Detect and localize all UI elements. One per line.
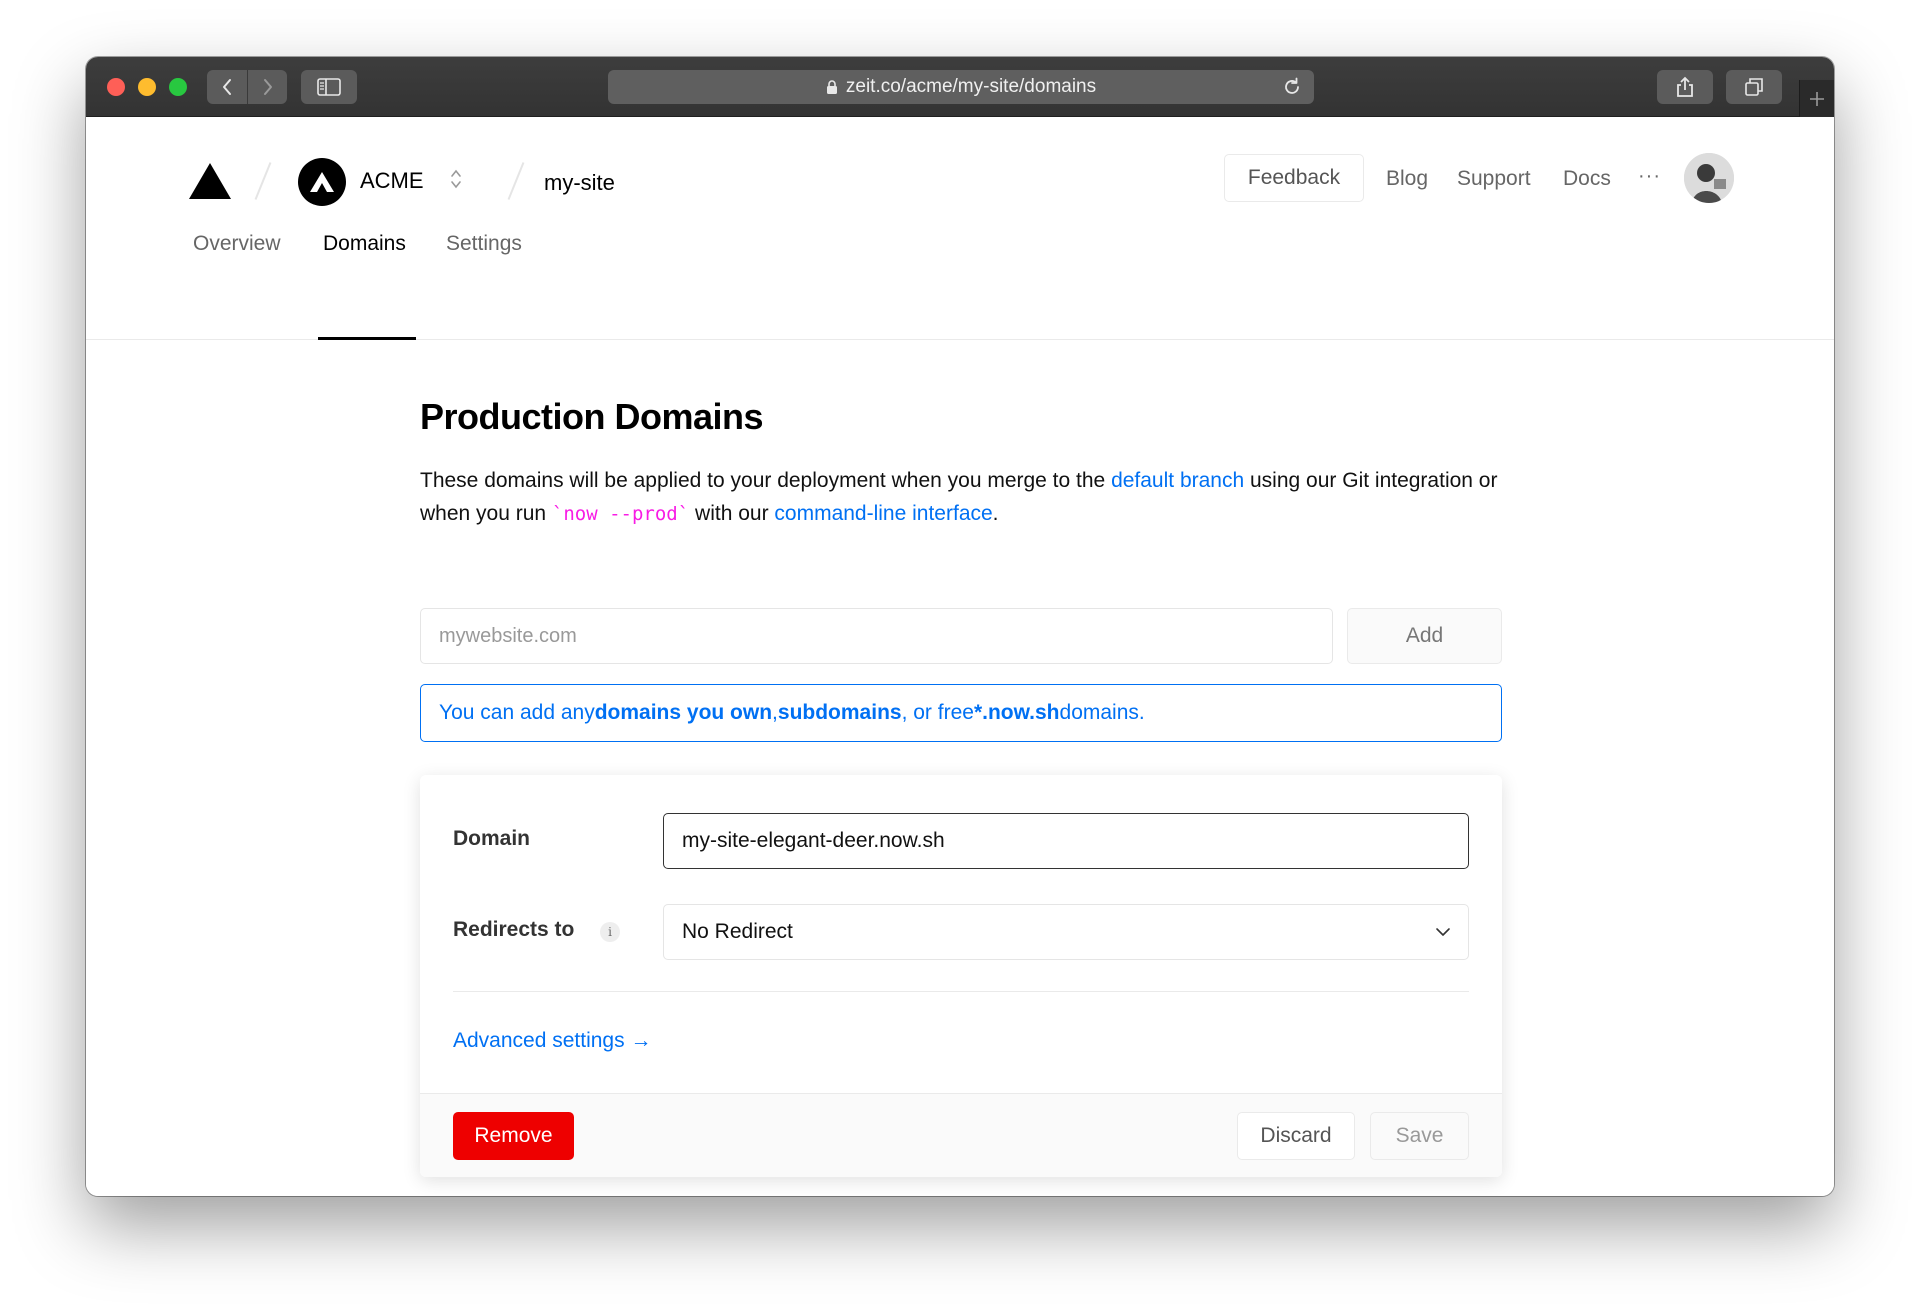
domain-card: Domain Redirects to i No Redirect Advanc… xyxy=(420,775,1502,1177)
page-title: Production Domains xyxy=(420,396,764,437)
note-emphasis: *.now.sh xyxy=(973,701,1060,724)
feedback-button[interactable]: Feedback xyxy=(1224,154,1364,202)
address-bar[interactable]: zeit.co/acme/my-site/domains xyxy=(608,70,1314,104)
breadcrumb-separator xyxy=(507,162,525,200)
remove-button[interactable]: Remove xyxy=(453,1112,574,1160)
note-emphasis: domains you own xyxy=(594,701,773,724)
team-switcher-icon[interactable] xyxy=(449,167,463,191)
domain-hint-note: You can add any ​domains you own, subdom… xyxy=(420,684,1502,742)
zoom-window-button[interactable] xyxy=(169,78,187,96)
cli-link[interactable]: command-line interface xyxy=(774,502,992,525)
divider xyxy=(453,991,1469,992)
chevron-down-icon xyxy=(1434,923,1452,941)
add-domain-input[interactable] xyxy=(420,608,1333,664)
tab-domains[interactable]: Domains xyxy=(323,232,406,256)
sidebar-toggle-button[interactable] xyxy=(301,70,357,104)
more-menu-icon[interactable]: ··· xyxy=(1638,165,1661,188)
tab-overview[interactable]: Overview xyxy=(193,232,281,256)
note-text: domains. xyxy=(1059,701,1145,724)
browser-toolbar: zeit.co/acme/my-site/domains xyxy=(86,57,1834,117)
info-icon[interactable]: i xyxy=(600,922,620,942)
default-branch-link[interactable]: default branch xyxy=(1111,469,1244,492)
acme-logo-icon xyxy=(310,172,334,192)
breadcrumb-separator xyxy=(254,162,272,200)
chevron-right-icon xyxy=(263,79,272,95)
new-tab-button[interactable] xyxy=(1799,80,1834,117)
note-emphasis: subdomains xyxy=(777,701,902,724)
back-button[interactable] xyxy=(207,70,247,104)
forward-button[interactable] xyxy=(247,70,287,104)
zeit-logo[interactable] xyxy=(188,162,232,205)
tab-settings[interactable]: Settings xyxy=(446,232,522,256)
reload-icon[interactable] xyxy=(1282,77,1302,97)
project-name[interactable]: my-site xyxy=(544,170,615,196)
team-name[interactable]: ACME xyxy=(360,168,424,194)
advanced-settings-link[interactable]: Advanced settings → xyxy=(453,1029,651,1053)
tab-overview-button[interactable] xyxy=(1726,70,1782,104)
discard-button[interactable]: Discard xyxy=(1237,1112,1355,1160)
user-avatar[interactable] xyxy=(1684,153,1734,203)
browser-window: zeit.co/acme/my-site/domains ACME my-sit… xyxy=(86,57,1834,1196)
docs-link[interactable]: Docs xyxy=(1563,167,1611,191)
plus-icon xyxy=(1810,91,1824,106)
cli-command-code: `now --prod` xyxy=(551,503,690,525)
blog-link[interactable]: Blog xyxy=(1386,167,1428,191)
active-tab-indicator xyxy=(318,337,416,340)
add-domain-button[interactable]: Add xyxy=(1347,608,1502,664)
page: ACME my-site Feedback Blog Support Docs … xyxy=(86,118,1834,1196)
card-footer: Remove Discard Save xyxy=(420,1093,1502,1177)
share-icon xyxy=(1677,76,1693,97)
description-text: with our xyxy=(689,502,775,525)
note-text: , or free xyxy=(901,701,974,724)
support-link[interactable]: Support xyxy=(1457,167,1531,191)
redirect-selected-value: No Redirect xyxy=(682,920,793,943)
redirect-label: Redirects to xyxy=(453,918,575,941)
redirect-select[interactable]: No Redirect xyxy=(663,904,1469,960)
lock-icon xyxy=(826,79,838,95)
share-button[interactable] xyxy=(1657,70,1713,104)
chevron-left-icon xyxy=(223,79,231,95)
domain-label: Domain xyxy=(453,827,531,850)
description-text: These domains will be applied to your de… xyxy=(420,469,1112,492)
note-text: You can add any xyxy=(439,701,595,724)
save-button[interactable]: Save xyxy=(1370,1112,1469,1160)
tabs-icon xyxy=(1745,78,1763,96)
domain-field[interactable] xyxy=(663,813,1469,869)
url-text: zeit.co/acme/my-site/domains xyxy=(845,76,1097,97)
history-nav xyxy=(207,70,287,104)
close-window-button[interactable] xyxy=(107,78,125,96)
description-text: . xyxy=(992,502,999,525)
description: These domains will be applied to your de… xyxy=(420,464,1502,531)
team-avatar[interactable] xyxy=(298,158,346,206)
site-header: ACME my-site Feedback Blog Support Docs … xyxy=(86,118,1834,340)
sidebar-icon xyxy=(317,78,341,96)
minimize-window-button[interactable] xyxy=(138,78,156,96)
